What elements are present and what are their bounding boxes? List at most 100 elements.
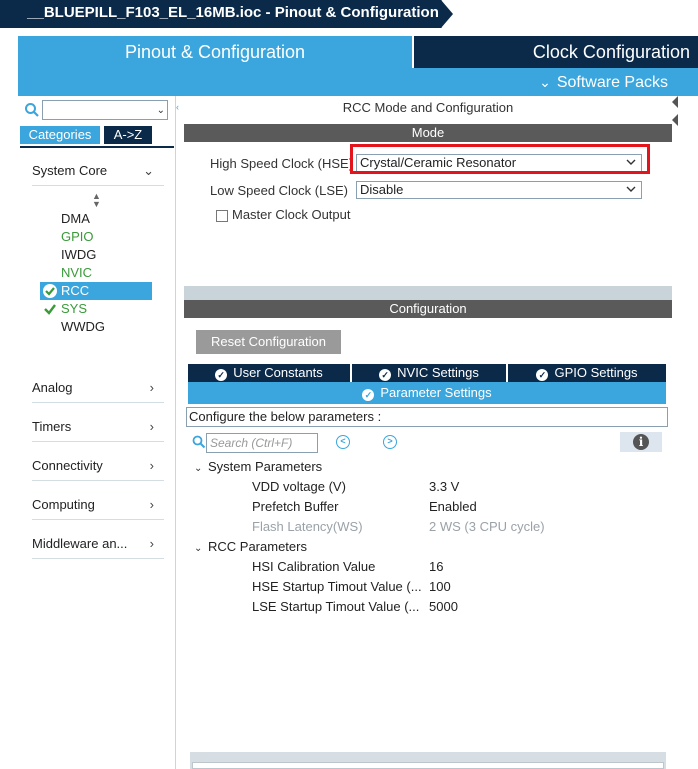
chevron-down-icon: ⌄	[143, 163, 154, 178]
chevron-right-icon: ›	[149, 497, 154, 512]
software-packs-menu[interactable]: ⌄ Software Packs	[539, 68, 668, 97]
search-icon	[192, 435, 206, 449]
section-computing[interactable]: Computing ›	[32, 490, 164, 520]
section-connectivity[interactable]: Connectivity ›	[32, 451, 164, 481]
info-button[interactable]: i	[620, 432, 662, 452]
list-item-gpio[interactable]: GPIO	[40, 228, 152, 246]
chevron-down-icon[interactable]: ⌄	[157, 105, 165, 116]
file-tab-title[interactable]: __BLUEPILL_F103_EL_16MB.ioc - Pinout & C…	[0, 0, 440, 28]
param-value: 3.3 V	[429, 479, 460, 494]
list-item-label: SYS	[61, 301, 88, 316]
tab-pinout-configuration[interactable]: Pinout & Configuration	[18, 36, 412, 68]
panel-title: RCC Mode and Configuration	[342, 100, 514, 115]
check-circle-icon: ✓	[379, 369, 392, 381]
lse-select-value: Disable	[360, 182, 404, 197]
section-label: Connectivity	[32, 458, 103, 473]
right-collapse-gutter	[672, 96, 698, 769]
tab-parameter-settings[interactable]: ✓ Parameter Settings	[188, 382, 666, 404]
section-label: Analog	[32, 380, 73, 395]
check-circle-icon	[43, 284, 57, 298]
breadcrumb-arrow-icon	[438, 0, 455, 28]
tab-nvic-settings[interactable]: ✓ NVIC Settings	[352, 364, 506, 382]
tab-label: GPIO Settings	[554, 365, 638, 380]
master-clock-output-checkbox[interactable]	[216, 210, 228, 222]
section-timers[interactable]: Timers ›	[32, 412, 164, 442]
search-icon[interactable]	[24, 102, 40, 118]
param-value: 100	[429, 579, 451, 594]
sort-icon[interactable]: ▲ ▼	[92, 192, 101, 209]
tab-label: User Constants	[233, 365, 323, 380]
group-label: System Parameters	[208, 459, 323, 474]
param-name: Prefetch Buffer	[252, 499, 339, 514]
list-item-dma[interactable]: DMA	[40, 210, 152, 228]
check-circle-icon: ✓	[362, 389, 375, 401]
lse-select[interactable]: Disable	[356, 181, 642, 199]
categories-panel: ⌄ Categories A->Z System Core ⌄ ▲ ▼ DMA G…	[18, 96, 176, 769]
description-panel	[190, 752, 666, 769]
panel-splitter[interactable]: ‹	[176, 96, 184, 769]
list-item-rcc[interactable]: RCC	[40, 282, 152, 300]
chevron-right-icon: ›	[149, 380, 154, 395]
reset-configuration-button[interactable]: Reset Configuration	[196, 330, 341, 354]
section-label: System Core	[32, 163, 108, 178]
tab-user-constants[interactable]: ✓ User Constants	[188, 364, 350, 382]
group-rcc-parameters[interactable]: ⌄ RCC Parameters	[194, 539, 307, 554]
tab-a-to-z[interactable]: A->Z	[104, 126, 152, 144]
table-row[interactable]: VDD voltage (V) 3.3 V	[252, 479, 662, 497]
category-search: ⌄	[24, 100, 174, 120]
search-next-button[interactable]: >	[383, 435, 397, 449]
list-item-nvic[interactable]: NVIC	[40, 264, 152, 282]
section-label: Middleware an...	[32, 536, 128, 551]
config-tabs: ✓ User Constants ✓ NVIC Settings ✓ GPIO Set…	[188, 364, 666, 382]
check-icon	[44, 304, 56, 315]
category-search-input[interactable]: ⌄	[42, 100, 168, 120]
parameter-search-input[interactable]: Search (Ctrl+F)	[206, 433, 318, 453]
search-previous-button[interactable]: <	[336, 435, 350, 449]
table-row[interactable]: LSE Startup Timout Value (... 5000	[252, 599, 662, 617]
hse-label: High Speed Clock (HSE)	[210, 156, 354, 171]
chevron-down-icon	[626, 186, 636, 192]
tab-label: Parameter Settings	[380, 385, 492, 400]
chevron-right-icon: ›	[149, 419, 154, 434]
list-item-sys[interactable]: SYS	[40, 300, 152, 318]
param-name: HSE Startup Timout Value (...	[252, 579, 422, 594]
collapse-icon[interactable]: ‹	[176, 102, 179, 112]
param-name: LSE Startup Timout Value (...	[252, 599, 420, 614]
tab-clock-configuration[interactable]: Clock Configuration	[414, 36, 698, 68]
group-system-parameters[interactable]: ⌄ System Parameters	[194, 459, 322, 474]
chevron-down-icon: ⌄	[539, 74, 551, 90]
list-item-label: RCC	[61, 283, 90, 298]
check-circle-icon: ✓	[536, 369, 549, 381]
table-row[interactable]: HSI Calibration Value 16	[252, 559, 662, 577]
param-value: 2 WS (3 CPU cycle)	[429, 519, 545, 534]
table-row[interactable]: Prefetch Buffer Enabled	[252, 499, 662, 517]
list-item-iwdg[interactable]: IWDG	[40, 246, 152, 264]
collapse-left-icon[interactable]	[672, 114, 678, 126]
lse-label: Low Speed Clock (LSE)	[210, 183, 349, 198]
section-middleware[interactable]: Middleware an... ›	[32, 529, 164, 559]
list-item-wwdg[interactable]: WWDG	[40, 318, 152, 336]
param-value: 5000	[429, 599, 458, 614]
mode-section-header: Mode	[184, 124, 672, 142]
software-packs-bar: ⌄ Software Packs	[18, 68, 698, 96]
param-name: Flash Latency(WS)	[252, 519, 363, 534]
param-name: HSI Calibration Value	[252, 559, 376, 574]
configuration-section-header: Configuration	[184, 300, 672, 318]
param-name: VDD voltage (V)	[252, 479, 346, 494]
tab-categories[interactable]: Categories	[20, 126, 100, 144]
param-value: 16	[429, 559, 444, 574]
tab-gpio-settings[interactable]: ✓ GPIO Settings	[508, 364, 666, 382]
master-clock-output-label: Master Clock Output	[232, 207, 351, 222]
collapse-left-icon[interactable]	[672, 96, 678, 108]
section-system-core[interactable]: System Core ⌄	[32, 156, 164, 186]
chevron-right-icon: ›	[149, 536, 154, 551]
check-circle-icon: ✓	[215, 369, 228, 381]
highlight-box	[350, 144, 650, 174]
tab-label: NVIC Settings	[397, 365, 479, 380]
info-icon: i	[633, 434, 649, 450]
section-analog[interactable]: Analog ›	[32, 373, 164, 403]
group-label: RCC Parameters	[208, 539, 307, 554]
chevron-right-icon: ›	[149, 458, 154, 473]
chevron-down-icon: ⌄	[194, 543, 203, 554]
table-row[interactable]: HSE Startup Timout Value (... 100	[252, 579, 662, 597]
